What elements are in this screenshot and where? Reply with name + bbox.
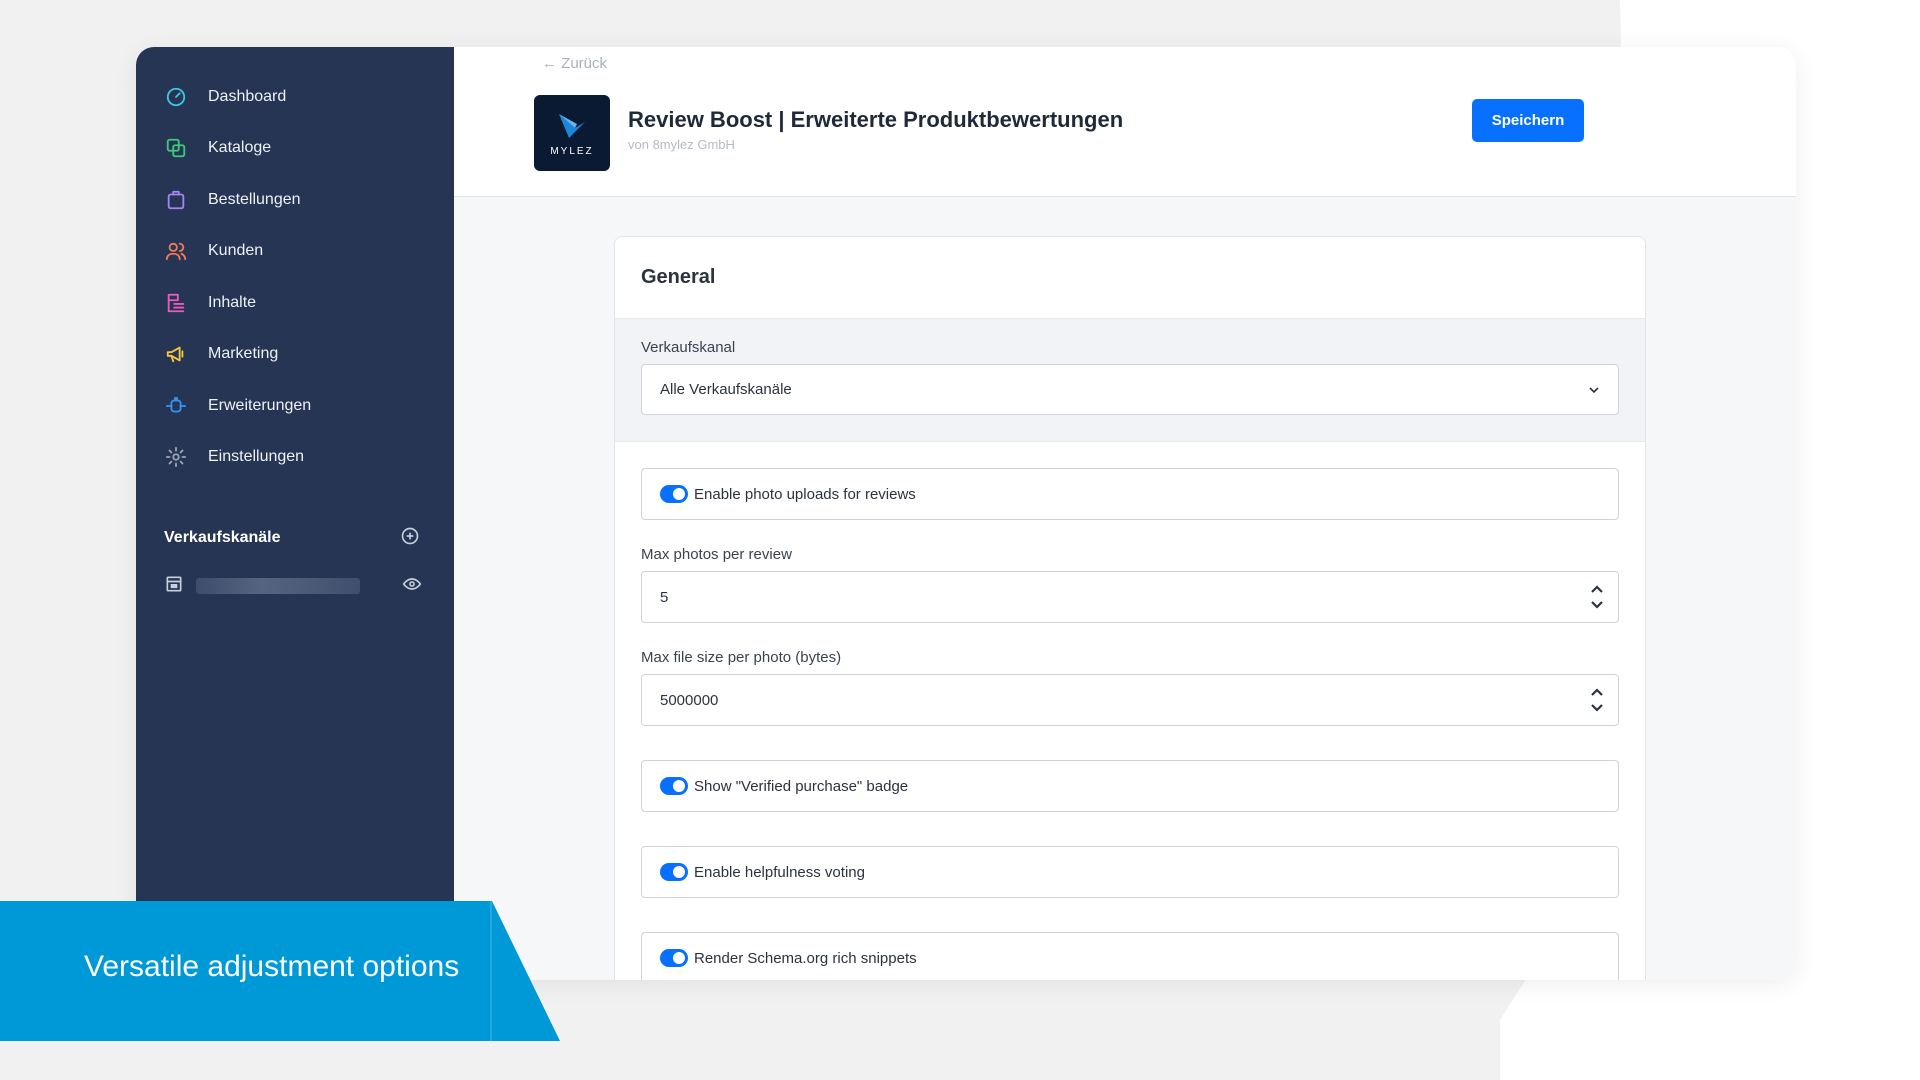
max-file-size-stepper[interactable]	[1590, 687, 1604, 713]
schema-snippets-label: Render Schema.org rich snippets	[694, 949, 917, 967]
settings-card: General Verkaufskanal Alle Verkaufskanäl…	[614, 236, 1646, 980]
users-icon	[164, 239, 188, 263]
chevron-down-icon[interactable]	[1590, 600, 1604, 610]
sales-channels-header: Verkaufskanäle	[136, 523, 454, 553]
sales-channel-select[interactable]: Alle Verkaufskanäle	[641, 364, 1619, 415]
verified-badge-toggle[interactable]	[660, 777, 688, 795]
sidebar-item-label: Marketing	[208, 345, 279, 363]
max-file-size-input[interactable]: 5000000	[641, 674, 1619, 726]
max-file-size-label: Max file size per photo (bytes)	[641, 649, 842, 666]
view-sales-channel-button[interactable]	[402, 574, 422, 599]
sidebar-item-einstellungen[interactable]: Einstellungen	[136, 432, 454, 484]
sidebar: Dashboard Kataloge Bestellungen Kunden I…	[136, 47, 454, 980]
sales-channel-section: Verkaufskanal Alle Verkaufskanäle	[615, 319, 1645, 442]
banner-edge	[490, 901, 492, 1041]
max-photos-field: Max photos per review 5	[641, 546, 1619, 623]
verified-badge-label: Show "Verified purchase" badge	[694, 777, 909, 795]
bag-icon	[164, 188, 188, 212]
max-photos-input[interactable]: 5	[641, 571, 1619, 623]
sidebar-item-kunden[interactable]: Kunden	[136, 226, 454, 278]
helpfulness-field: Enable helpfulness voting	[641, 846, 1619, 898]
catalog-icon	[164, 136, 188, 160]
sidebar-item-bestellungen[interactable]: Bestellungen	[136, 174, 454, 226]
gauge-icon	[164, 85, 188, 109]
sidebar-item-label: Inhalte	[208, 293, 257, 311]
sales-channel-name-redacted	[196, 578, 360, 594]
storefront-icon	[164, 574, 184, 599]
eye-icon	[402, 577, 422, 590]
helpfulness-label: Enable helpfulness voting	[694, 863, 865, 881]
sales-channels-title: Verkaufskanäle	[164, 529, 281, 546]
schema-snippets-toggle[interactable]	[660, 949, 688, 967]
plus-circle-icon	[401, 527, 419, 544]
sidebar-item-kataloge[interactable]: Kataloge	[136, 123, 454, 175]
max-file-size-field: Max file size per photo (bytes) 5000000	[641, 649, 1619, 726]
logo-text: MYLEZ	[550, 145, 594, 157]
helpfulness-toggle[interactable]	[660, 863, 688, 881]
photo-uploads-toggle[interactable]	[660, 485, 688, 503]
verified-badge-field: Show "Verified purchase" badge	[641, 760, 1619, 812]
sidebar-item-inhalte[interactable]: Inhalte	[136, 277, 454, 329]
plugin-icon	[164, 394, 188, 418]
chevron-down-icon	[1589, 386, 1599, 393]
sidebar-item-dashboard[interactable]: Dashboard	[136, 71, 454, 123]
max-photos-label: Max photos per review	[641, 546, 792, 563]
add-sales-channel-button[interactable]	[400, 526, 420, 551]
vendor-name: von 8mylez GmbH	[628, 137, 735, 152]
megaphone-icon	[164, 342, 188, 366]
sidebar-item-label: Kataloge	[208, 139, 272, 157]
chevron-down-icon[interactable]	[1590, 703, 1604, 713]
promo-banner-text: Versatile adjustment options	[84, 950, 460, 983]
page-title: Review Boost | Erweiterte Produktbewertu…	[628, 107, 1124, 132]
sidebar-item-label: Dashboard	[208, 87, 287, 105]
admin-window: Dashboard Kataloge Bestellungen Kunden I…	[136, 47, 1796, 980]
sidebar-nav: Dashboard Kataloge Bestellungen Kunden I…	[136, 47, 454, 483]
chevron-up-icon[interactable]	[1590, 687, 1604, 697]
extension-logo: MYLEZ	[534, 95, 610, 171]
card-title: General	[615, 237, 1645, 319]
photo-uploads-field: Enable photo uploads for reviews	[641, 468, 1619, 520]
save-button[interactable]: Speichern	[1472, 99, 1584, 142]
sidebar-item-label: Kunden	[208, 242, 264, 260]
sidebar-item-marketing[interactable]: Marketing	[136, 329, 454, 381]
schema-snippets-field: Render Schema.org rich snippets	[641, 932, 1619, 980]
max-file-size-value: 5000000	[660, 691, 719, 709]
settings-fields: Enable photo uploads for reviews Max pho…	[615, 442, 1645, 980]
sidebar-item-label: Einstellungen	[208, 448, 305, 466]
page-header: ← Zurück MYLEZ Review Boost | Erweiterte…	[454, 47, 1796, 197]
sales-channel-label: Verkaufskanal	[641, 339, 736, 356]
max-photos-stepper[interactable]	[1590, 584, 1604, 610]
back-link[interactable]: ← Zurück	[542, 55, 607, 72]
mylez-logo-icon	[559, 113, 585, 138]
content-icon	[164, 291, 188, 315]
main-content: ← Zurück MYLEZ Review Boost | Erweiterte…	[454, 47, 1796, 980]
sales-channel-value: Alle Verkaufskanäle	[660, 381, 792, 398]
sales-channel-item[interactable]	[136, 573, 454, 599]
gear-icon	[164, 445, 188, 469]
sidebar-item-erweiterungen[interactable]: Erweiterungen	[136, 380, 454, 432]
sidebar-item-label: Bestellungen	[208, 190, 301, 208]
sidebar-item-label: Erweiterungen	[208, 396, 312, 414]
max-photos-value: 5	[660, 588, 669, 606]
photo-uploads-label: Enable photo uploads for reviews	[694, 485, 916, 503]
chevron-up-icon[interactable]	[1590, 584, 1604, 594]
